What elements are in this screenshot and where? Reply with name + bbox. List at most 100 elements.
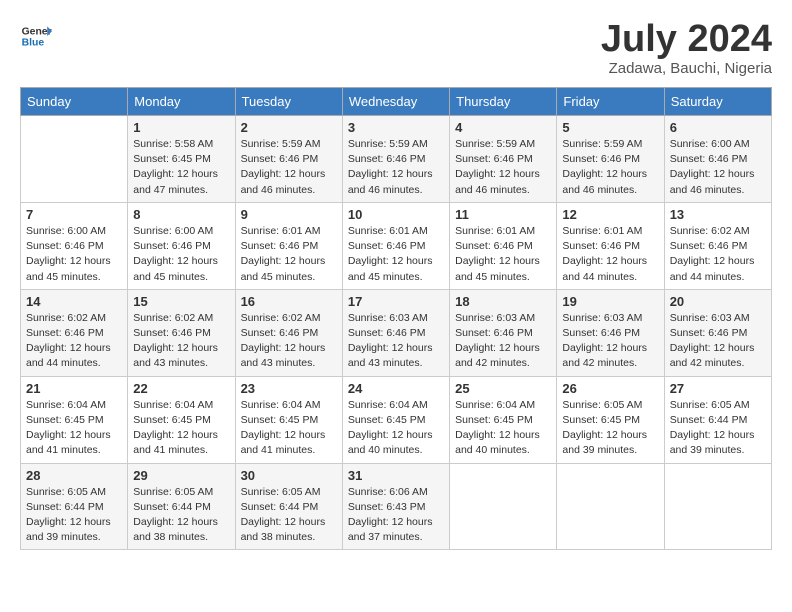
calendar-day-cell: 27 Sunrise: 6:05 AM Sunset: 6:44 PM Dayli… <box>664 376 771 463</box>
calendar-day-cell: 20 Sunrise: 6:03 AM Sunset: 6:46 PM Dayli… <box>664 289 771 376</box>
calendar-day-cell: 9 Sunrise: 6:01 AM Sunset: 6:46 PM Daylig… <box>235 202 342 289</box>
day-info: Sunrise: 6:02 AM Sunset: 6:46 PM Dayligh… <box>133 311 229 372</box>
day-number: 28 <box>26 468 122 483</box>
day-info: Sunrise: 6:03 AM Sunset: 6:46 PM Dayligh… <box>562 311 658 372</box>
calendar-day-cell <box>557 463 664 550</box>
day-info: Sunrise: 6:01 AM Sunset: 6:46 PM Dayligh… <box>241 224 337 285</box>
calendar-header-cell: Wednesday <box>342 88 449 116</box>
day-number: 22 <box>133 381 229 396</box>
day-info: Sunrise: 6:04 AM Sunset: 6:45 PM Dayligh… <box>133 398 229 459</box>
day-number: 11 <box>455 207 551 222</box>
svg-text:Blue: Blue <box>22 38 45 49</box>
calendar-day-cell: 18 Sunrise: 6:03 AM Sunset: 6:46 PM Dayli… <box>450 289 557 376</box>
day-number: 29 <box>133 468 229 483</box>
day-info: Sunrise: 6:00 AM Sunset: 6:46 PM Dayligh… <box>670 137 766 198</box>
day-info: Sunrise: 6:05 AM Sunset: 6:44 PM Dayligh… <box>133 485 229 546</box>
day-number: 31 <box>348 468 444 483</box>
calendar-day-cell: 15Sunrise: 6:02 AM Sunset: 6:46 PM Dayli… <box>128 289 235 376</box>
calendar-table: SundayMondayTuesdayWednesdayThursdayFrid… <box>20 87 772 550</box>
day-number: 10 <box>348 207 444 222</box>
calendar-day-cell: 31 Sunrise: 6:06 AM Sunset: 6:43 PM Dayli… <box>342 463 449 550</box>
calendar-day-cell: 26Sunrise: 6:05 AM Sunset: 6:45 PM Dayli… <box>557 376 664 463</box>
day-info: Sunrise: 6:04 AM Sunset: 6:45 PM Dayligh… <box>241 398 337 459</box>
calendar-header-cell: Saturday <box>664 88 771 116</box>
calendar-header-cell: Thursday <box>450 88 557 116</box>
calendar-day-cell: 12Sunrise: 6:01 AM Sunset: 6:46 PM Dayli… <box>557 202 664 289</box>
calendar-day-cell: 7 Sunrise: 6:00 AM Sunset: 6:46 PM Daylig… <box>21 202 128 289</box>
day-info: Sunrise: 6:02 AM Sunset: 6:46 PM Dayligh… <box>241 311 337 372</box>
day-info: Sunrise: 6:04 AM Sunset: 6:45 PM Dayligh… <box>455 398 551 459</box>
calendar-day-cell: 10 Sunrise: 6:01 AM Sunset: 6:46 PM Dayli… <box>342 202 449 289</box>
day-info: Sunrise: 6:01 AM Sunset: 6:46 PM Dayligh… <box>348 224 444 285</box>
day-number: 17 <box>348 294 444 309</box>
day-info: Sunrise: 6:03 AM Sunset: 6:46 PM Dayligh… <box>455 311 551 372</box>
calendar-day-cell: 25 Sunrise: 6:04 AM Sunset: 6:45 PM Dayli… <box>450 376 557 463</box>
day-info: Sunrise: 6:00 AM Sunset: 6:46 PM Dayligh… <box>133 224 229 285</box>
day-info: Sunrise: 6:04 AM Sunset: 6:45 PM Dayligh… <box>26 398 122 459</box>
day-info: Sunrise: 6:05 AM Sunset: 6:44 PM Dayligh… <box>670 398 766 459</box>
calendar-day-cell: 4 Sunrise: 5:59 AM Sunset: 6:46 PM Daylig… <box>450 116 557 203</box>
day-number: 12 <box>562 207 658 222</box>
day-number: 9 <box>241 207 337 222</box>
day-number: 4 <box>455 120 551 135</box>
day-number: 3 <box>348 120 444 135</box>
day-info: Sunrise: 5:59 AM Sunset: 6:46 PM Dayligh… <box>348 137 444 198</box>
calendar-day-cell: 8 Sunrise: 6:00 AM Sunset: 6:46 PM Daylig… <box>128 202 235 289</box>
calendar-week-row: 28 Sunrise: 6:05 AM Sunset: 6:44 PM Dayli… <box>21 463 772 550</box>
day-number: 20 <box>670 294 766 309</box>
calendar-day-cell: 28 Sunrise: 6:05 AM Sunset: 6:44 PM Dayli… <box>21 463 128 550</box>
day-info: Sunrise: 6:03 AM Sunset: 6:46 PM Dayligh… <box>670 311 766 372</box>
day-number: 13 <box>670 207 766 222</box>
day-info: Sunrise: 5:59 AM Sunset: 6:46 PM Dayligh… <box>241 137 337 198</box>
calendar-header-cell: Sunday <box>21 88 128 116</box>
day-number: 25 <box>455 381 551 396</box>
day-number: 27 <box>670 381 766 396</box>
calendar-day-cell: 6 Sunrise: 6:00 AM Sunset: 6:46 PM Daylig… <box>664 116 771 203</box>
calendar-day-cell: 29 Sunrise: 6:05 AM Sunset: 6:44 PM Dayli… <box>128 463 235 550</box>
day-info: Sunrise: 6:04 AM Sunset: 6:45 PM Dayligh… <box>348 398 444 459</box>
calendar-day-cell: 19Sunrise: 6:03 AM Sunset: 6:46 PM Dayli… <box>557 289 664 376</box>
day-number: 18 <box>455 294 551 309</box>
day-info: Sunrise: 5:59 AM Sunset: 6:46 PM Dayligh… <box>455 137 551 198</box>
day-info: Sunrise: 6:01 AM Sunset: 6:46 PM Dayligh… <box>455 224 551 285</box>
calendar-header-cell: Friday <box>557 88 664 116</box>
calendar-header-cell: Tuesday <box>235 88 342 116</box>
calendar-day-cell: 30 Sunrise: 6:05 AM Sunset: 6:44 PM Dayli… <box>235 463 342 550</box>
calendar-week-row: 7 Sunrise: 6:00 AM Sunset: 6:46 PM Daylig… <box>21 202 772 289</box>
calendar-day-cell: 13 Sunrise: 6:02 AM Sunset: 6:46 PM Dayli… <box>664 202 771 289</box>
day-info: Sunrise: 6:03 AM Sunset: 6:46 PM Dayligh… <box>348 311 444 372</box>
day-number: 30 <box>241 468 337 483</box>
day-number: 8 <box>133 207 229 222</box>
month-title: July 2024 <box>601 20 772 58</box>
day-number: 21 <box>26 381 122 396</box>
day-number: 5 <box>562 120 658 135</box>
calendar-day-cell <box>21 116 128 203</box>
calendar-body: 1Sunrise: 5:58 AM Sunset: 6:45 PM Daylig… <box>21 116 772 550</box>
calendar-day-cell: 3 Sunrise: 5:59 AM Sunset: 6:46 PM Daylig… <box>342 116 449 203</box>
calendar-day-cell: 16Sunrise: 6:02 AM Sunset: 6:46 PM Dayli… <box>235 289 342 376</box>
day-info: Sunrise: 6:00 AM Sunset: 6:46 PM Dayligh… <box>26 224 122 285</box>
calendar-day-cell: 1Sunrise: 5:58 AM Sunset: 6:45 PM Daylig… <box>128 116 235 203</box>
calendar-day-cell: 14Sunrise: 6:02 AM Sunset: 6:46 PM Dayli… <box>21 289 128 376</box>
calendar-day-cell: 5 Sunrise: 5:59 AM Sunset: 6:46 PM Daylig… <box>557 116 664 203</box>
calendar-week-row: 21 Sunrise: 6:04 AM Sunset: 6:45 PM Dayli… <box>21 376 772 463</box>
day-info: Sunrise: 5:59 AM Sunset: 6:46 PM Dayligh… <box>562 137 658 198</box>
calendar-day-cell <box>450 463 557 550</box>
calendar-day-cell <box>664 463 771 550</box>
day-info: Sunrise: 6:06 AM Sunset: 6:43 PM Dayligh… <box>348 485 444 546</box>
day-info: Sunrise: 6:05 AM Sunset: 6:44 PM Dayligh… <box>26 485 122 546</box>
calendar-day-cell: 24 Sunrise: 6:04 AM Sunset: 6:45 PM Dayli… <box>342 376 449 463</box>
calendar-week-row: 1Sunrise: 5:58 AM Sunset: 6:45 PM Daylig… <box>21 116 772 203</box>
day-number: 26 <box>562 381 658 396</box>
calendar-day-cell: 17 Sunrise: 6:03 AM Sunset: 6:46 PM Dayli… <box>342 289 449 376</box>
day-number: 23 <box>241 381 337 396</box>
day-number: 24 <box>348 381 444 396</box>
day-info: Sunrise: 6:05 AM Sunset: 6:44 PM Dayligh… <box>241 485 337 546</box>
day-info: Sunrise: 6:02 AM Sunset: 6:46 PM Dayligh… <box>670 224 766 285</box>
calendar-day-cell: 21 Sunrise: 6:04 AM Sunset: 6:45 PM Dayli… <box>21 376 128 463</box>
day-number: 7 <box>26 207 122 222</box>
day-number: 14 <box>26 294 122 309</box>
calendar-week-row: 14 Sunrise: 6:02 AM Sunset: 6:46 PM Dayli… <box>21 289 772 376</box>
day-number: 6 <box>670 120 766 135</box>
logo: General Blue <box>20 20 52 52</box>
